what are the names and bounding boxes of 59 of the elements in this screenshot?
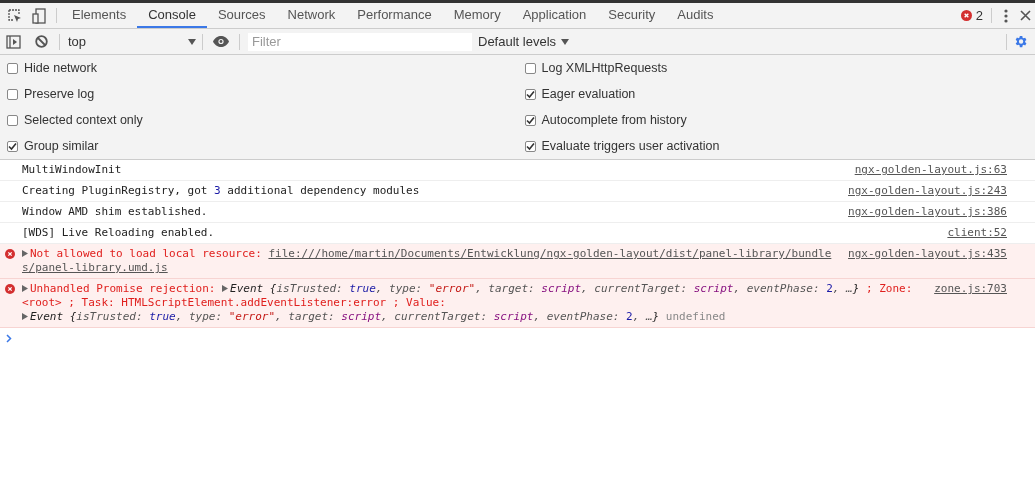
error-icon [5, 249, 15, 259]
checkbox[interactable] [7, 140, 18, 152]
source-link[interactable]: ngx-golden-layout.js:243 [848, 184, 1007, 198]
more-icon[interactable] [1004, 8, 1008, 23]
checkbox-label[interactable]: Autocomplete from history [541, 110, 687, 130]
expand-triangle-icon[interactable] [222, 285, 229, 292]
sidebar-toggle-icon[interactable] [6, 34, 21, 49]
panel-tab[interactable]: Elements [61, 3, 138, 28]
checkbox[interactable] [524, 88, 536, 100]
checkbox-label[interactable]: Log XMLHttpRequests [541, 58, 668, 78]
context-select[interactable]: top [60, 31, 202, 52]
error-count[interactable]: 2 [975, 5, 983, 26]
error-icon [960, 10, 972, 21]
panel-tab[interactable]: Application [511, 3, 598, 28]
checkbox-label[interactable]: Hide network [24, 58, 97, 78]
checkbox[interactable] [7, 88, 18, 100]
source-link[interactable]: ngx-golden-layout.js:63 [854, 163, 1007, 177]
caret-icon [561, 38, 570, 45]
source-link[interactable]: ngx-golden-layout.js:386 [848, 205, 1007, 219]
clear-icon[interactable] [35, 35, 48, 48]
eye-icon[interactable] [213, 36, 229, 47]
expand-triangle-icon[interactable] [22, 313, 28, 320]
checkbox-label[interactable]: Group similar [24, 136, 99, 156]
message-text: Event {isTrusted: true, type: "error", target: script, currentTarget: script, eventPhase: 2, …} undefined [22, 310, 923, 324]
checkbox[interactable] [524, 140, 536, 152]
close-icon[interactable] [1020, 10, 1031, 21]
caret-icon [188, 38, 196, 45]
panel-tab[interactable]: Security [597, 3, 667, 28]
source-link[interactable]: ngx-golden-layout.js:435 [848, 247, 1007, 261]
checkbox-label[interactable]: Eager evaluation [541, 84, 636, 104]
message-text: Unhandled Promise rejection: Event {isTrusted: true, type: "error", target: script, currentTarget: script, eventPhase: 2, …} ; Zone: <root> ; Task: HTMLScriptElement.addEventListener:error ; Value: [22, 282, 914, 310]
checkbox[interactable] [524, 114, 536, 126]
checkbox-label[interactable]: Preserve log [24, 84, 95, 104]
settings-icon[interactable] [1013, 34, 1028, 49]
error-icon [5, 284, 15, 294]
checkbox-label[interactable]: Evaluate triggers user activation [541, 136, 720, 156]
message-text: Not allowed to load local resource: file:///home/martin/Documents/Entwicklung/ngx-golden-layout/dist/panel-library/bundles/panel-library.umd.js [22, 247, 833, 275]
message-text: MultiWindowInit [22, 163, 123, 177]
device-icon[interactable] [32, 7, 46, 24]
source-link[interactable]: zone.js:703 [934, 282, 1007, 296]
panel-tab[interactable]: Memory [442, 3, 512, 28]
prompt-chevron-icon[interactable] [6, 333, 12, 343]
panel-tab[interactable]: Performance [346, 3, 443, 28]
source-link[interactable]: client:52 [947, 226, 1007, 240]
panel-tab[interactable]: Sources [206, 3, 277, 28]
levels-dropdown[interactable]: Default levels [478, 31, 570, 52]
filter-field[interactable]: Filter [248, 32, 472, 51]
message-text: Window AMD shim established. [22, 205, 209, 219]
checkbox[interactable] [7, 114, 18, 126]
message-text: [WDS] Live Reloading enabled. [22, 226, 216, 240]
inspect-icon[interactable] [8, 8, 22, 23]
expand-triangle-icon[interactable] [22, 285, 28, 292]
checkbox-label[interactable]: Selected context only [24, 110, 143, 130]
panel-tab[interactable]: Audits [666, 3, 725, 28]
checkbox[interactable] [7, 62, 18, 74]
expand-triangle-icon[interactable] [22, 250, 28, 257]
checkbox[interactable] [524, 62, 536, 74]
panel-tab[interactable]: Network [276, 3, 347, 28]
message-text: Creating PluginRegistry, got 3 additional dependency modules [22, 184, 421, 198]
